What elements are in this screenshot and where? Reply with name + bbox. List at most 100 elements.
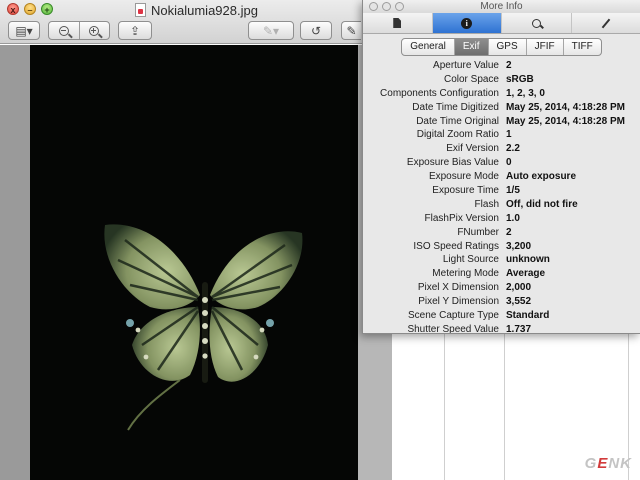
exif-key: Exposure Mode (428, 171, 499, 183)
table-row: Digital Zoom Ratio 1 (363, 128, 640, 142)
search-icon (531, 18, 541, 28)
exif-key: Pixel X Dimension (417, 282, 499, 294)
markup-button[interactable]: ✎▾ (248, 21, 294, 40)
exif-key: Exposure Bias Value (406, 157, 499, 169)
table-row: Pixel Y Dimension 3,552 (363, 295, 640, 309)
butterfly-illustration (104, 224, 303, 431)
exif-key: Exif Version (446, 143, 499, 155)
exif-key: Scene Capture Type (408, 310, 499, 322)
exif-value: 2,000 (506, 282, 532, 294)
exif-key: Light Source (442, 254, 499, 266)
tab-more-info[interactable]: i (432, 13, 502, 33)
exif-value: Auto exposure (506, 171, 577, 183)
table-row: Components Configuration 1, 2, 3, 0 (363, 87, 640, 101)
table-row: Date Time Digitized May 25, 2014, 4:18:28… (363, 101, 640, 115)
edit-icon: ✎ (346, 23, 357, 38)
inspector-titlebar: More Info (363, 0, 640, 13)
metadata-segmented-control: General Exif GPS JFIF TIFF (363, 34, 640, 60)
exif-key: FlashPix Version (424, 212, 499, 224)
exif-value: 3,552 (506, 296, 532, 308)
exif-key: Flash (474, 198, 499, 210)
exif-value: 0 (506, 157, 512, 169)
exif-value: 2.2 (506, 143, 520, 155)
segment-general[interactable]: General (402, 39, 455, 55)
info-icon: i (461, 17, 473, 29)
pen-icon (601, 18, 611, 28)
table-row: Scene Capture Type Standard (363, 309, 640, 323)
exif-table: Aperture Value 2 Color Space sRGB Components… (363, 59, 640, 334)
table-row: Metering Mode Average (363, 267, 640, 281)
zoom-button[interactable]: + (41, 3, 53, 15)
pencil-icon: ✎▾ (262, 23, 280, 38)
exif-key: Components Configuration (380, 87, 499, 99)
exif-value: Off, did not fire (506, 198, 578, 210)
exif-value: 1, 2, 3, 0 (506, 87, 545, 99)
share-button[interactable]: ⇪ (118, 21, 152, 40)
rotate-icon: ↺ (310, 23, 322, 38)
sidebar-icon: ▤▾ (15, 23, 33, 38)
inspector-title: More Info (480, 1, 523, 12)
exif-key: Date Time Digitized (412, 101, 499, 113)
exif-value: Standard (506, 310, 550, 322)
exif-key: Date Time Original (416, 115, 499, 127)
zoom-out-icon (58, 25, 69, 36)
table-row: Light Source unknown (363, 253, 640, 267)
rotate-button[interactable]: ↺ (300, 21, 332, 40)
exif-value: sRGB (506, 73, 534, 85)
table-row: Exif Version 2.2 (363, 142, 640, 156)
segment-tiff[interactable]: TIFF (564, 39, 601, 55)
exif-value: 3,200 (506, 240, 532, 252)
table-row: Exposure Time 1/5 (363, 184, 640, 198)
table-row: Color Space sRGB (363, 73, 640, 87)
exif-key: Digital Zoom Ratio (416, 129, 499, 141)
exif-value: 1.737 (506, 323, 532, 334)
zoom-control (48, 21, 110, 40)
exif-key: Color Space (443, 73, 499, 85)
zoom-out-button[interactable] (49, 22, 79, 39)
exif-value: 2 (506, 60, 512, 71)
table-row: Date Time Original May 25, 2014, 4:18:28 … (363, 115, 640, 129)
inspector-toolbar: i (363, 13, 640, 34)
edit-toolbar-button[interactable]: ✎ (341, 21, 361, 40)
more-info-inspector: More Info i General Exif GPS JFIF TIFF Apert… (362, 0, 640, 334)
document-icon (393, 18, 402, 28)
tab-general-info[interactable] (363, 13, 433, 33)
exif-value: May 25, 2014, 4:18:28 PM (506, 101, 625, 113)
jpeg-document-icon (135, 3, 146, 17)
segment-jfif[interactable]: JFIF (527, 39, 564, 55)
tab-keywords[interactable] (502, 13, 572, 33)
minimize-button[interactable]: – (24, 3, 36, 15)
table-row: Exposure Mode Auto exposure (363, 170, 640, 184)
segment-gps[interactable]: GPS (489, 39, 527, 55)
exif-key: FNumber (457, 226, 499, 238)
exif-key: Pixel Y Dimension (418, 296, 499, 308)
exif-value: 1/5 (506, 185, 520, 197)
table-row: FNumber 2 (363, 226, 640, 240)
segment-exif[interactable]: Exif (454, 39, 489, 55)
table-row: Shutter Speed Value 1.737 (363, 323, 640, 334)
exif-key: Shutter Speed Value (407, 323, 499, 334)
image-canvas (0, 45, 392, 480)
window-title: Nokialumia928.jpg (135, 2, 258, 18)
exif-value: 1.0 (506, 212, 520, 224)
share-icon: ⇪ (129, 23, 141, 38)
exif-key: Exposure Time (432, 185, 499, 197)
table-row: ISO Speed Ratings 3,200 (363, 240, 640, 254)
exif-value: May 25, 2014, 4:18:28 PM (506, 115, 625, 127)
exif-value: 2 (506, 226, 512, 238)
table-row: Flash Off, did not fire (363, 198, 640, 212)
tab-annotations[interactable] (572, 13, 640, 33)
exif-key: Metering Mode (432, 268, 499, 280)
genk-watermark: GENK (584, 455, 632, 472)
exif-key: Aperture Value (433, 60, 499, 71)
exif-value: 1 (506, 129, 512, 141)
zoom-in-icon (89, 25, 100, 36)
zoom-in-button[interactable] (78, 22, 109, 39)
sidebar-view-button[interactable]: ▤▾ (8, 21, 40, 40)
exif-key: ISO Speed Ratings (413, 240, 499, 252)
table-row: Exposure Bias Value 0 (363, 156, 640, 170)
close-button[interactable]: x (7, 3, 19, 15)
exif-value: Average (506, 268, 546, 280)
butterfly-photo (30, 45, 358, 480)
table-row: Aperture Value 2 (363, 59, 640, 73)
